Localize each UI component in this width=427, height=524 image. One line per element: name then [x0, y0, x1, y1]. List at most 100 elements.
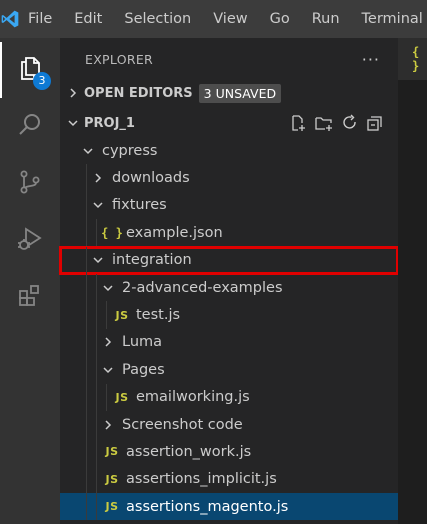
menu-selection[interactable]: Selection	[113, 11, 202, 27]
indent-guide	[86, 493, 87, 521]
editor-area: { }	[398, 38, 427, 524]
more-actions-icon[interactable]: ···	[362, 50, 380, 69]
tree-item-label: downloads	[112, 170, 190, 187]
project-label: PROJ_1	[84, 115, 135, 131]
indent-guide	[96, 356, 97, 384]
explorer-header: EXPLORER ···	[60, 38, 398, 80]
tree-item-label: Luma	[122, 334, 163, 351]
refresh-icon[interactable]	[341, 114, 359, 132]
tree-folder[interactable]: downloads	[60, 164, 398, 192]
tree-item-label: Pages	[122, 361, 165, 378]
indent-guide	[96, 328, 97, 357]
tree-file[interactable]: JS assertions_magento.js	[60, 493, 398, 521]
indent-guide	[86, 438, 87, 466]
run-debug-button[interactable]	[0, 213, 60, 269]
menu-edit[interactable]: Edit	[63, 11, 113, 27]
tree-item-label: emailworking.js	[136, 389, 250, 406]
tree-file[interactable]: JS assertions_implicit.js	[60, 465, 398, 494]
tree-item-label: test.js	[136, 307, 181, 324]
indent-guide	[86, 383, 87, 411]
js-file-icon: JS	[115, 390, 129, 404]
new-folder-icon[interactable]	[314, 114, 334, 132]
editor-tab[interactable]: { }	[398, 38, 427, 80]
search-button[interactable]	[0, 99, 60, 155]
extensions-icon	[16, 282, 44, 314]
tree-item-label: cypress	[102, 142, 158, 159]
chevron-right-icon	[100, 419, 116, 431]
tree-file[interactable]: JS test.js	[60, 301, 398, 329]
menu-terminal[interactable]: Terminal	[351, 11, 427, 27]
tree-folder[interactable]: Screenshot code	[60, 410, 398, 439]
indent-guide	[86, 273, 87, 302]
indent-guide	[86, 191, 87, 220]
indent-guide	[86, 301, 87, 329]
chevron-down-icon	[65, 115, 81, 131]
menu-file[interactable]: File	[20, 11, 63, 27]
indent-guide	[96, 493, 97, 521]
vscode-logo-icon	[0, 0, 20, 38]
tree-folder[interactable]: Pages	[60, 356, 398, 384]
js-file-icon: JS	[105, 445, 119, 459]
run-debug-icon	[16, 225, 44, 257]
indent-guide	[86, 164, 87, 192]
menu-view[interactable]: View	[202, 11, 258, 27]
json-file-icon: { }	[101, 225, 123, 240]
chevron-down-icon	[100, 364, 116, 376]
open-editors-label: OPEN EDITORS	[84, 85, 193, 101]
collapse-all-icon[interactable]	[366, 114, 384, 132]
indent-guide	[106, 383, 107, 411]
chevron-down-icon	[90, 199, 106, 211]
tree-item-label: fixtures	[112, 197, 167, 214]
indent-guide	[96, 438, 97, 466]
source-control-icon	[16, 168, 44, 200]
tree-folder[interactable]: fixtures	[60, 191, 398, 220]
explorer-button[interactable]: 3	[0, 42, 60, 98]
indent-guide	[86, 219, 87, 247]
tree-item-label: example.json	[126, 224, 223, 241]
menu-run[interactable]: Run	[301, 11, 351, 27]
tree-file[interactable]: JS emailworking.js	[60, 383, 398, 411]
indent-guide	[86, 356, 87, 384]
explorer-title: EXPLORER	[85, 51, 154, 67]
indent-guide	[86, 410, 87, 439]
search-icon	[16, 111, 44, 143]
chevron-right-icon	[90, 172, 106, 184]
tree-folder[interactable]: integration	[59, 245, 399, 275]
tree-folder[interactable]: 2-advanced-examples	[60, 273, 398, 302]
indent-guide	[96, 219, 97, 247]
unsaved-badge: 3 UNSAVED	[198, 83, 282, 103]
source-control-button[interactable]	[0, 156, 60, 212]
indent-guide	[106, 301, 107, 329]
tree-item-label: 2-advanced-examples	[122, 279, 283, 296]
js-file-icon: JS	[105, 472, 119, 486]
tree-item-label: Screenshot code	[122, 416, 243, 433]
js-file-icon: JS	[115, 308, 129, 322]
explorer-sidebar: EXPLORER ··· OPEN EDITORS 3 UNSAVED PROJ…	[59, 38, 399, 524]
tree-folder[interactable]: Luma	[60, 328, 398, 357]
chevron-down-icon	[100, 282, 116, 294]
chevron-right-icon	[100, 336, 116, 348]
explorer-badge: 3	[33, 72, 51, 90]
indent-guide	[86, 465, 87, 494]
indent-guide	[96, 273, 97, 302]
indent-guide	[96, 410, 97, 439]
new-file-icon[interactable]	[289, 114, 307, 132]
project-section[interactable]: PROJ_1	[60, 110, 398, 136]
chevron-down-icon	[90, 254, 106, 266]
tree-item-label: assertions_magento.js	[126, 498, 289, 515]
tree-file[interactable]: JS assertion_work.js	[60, 438, 398, 466]
chevron-down-icon	[80, 145, 96, 157]
activity-bar: 3	[0, 38, 60, 524]
tree-file[interactable]: { } example.json	[60, 219, 398, 247]
indent-guide	[86, 328, 87, 357]
chevron-right-icon	[65, 85, 81, 101]
open-editors-section[interactable]: OPEN EDITORS 3 UNSAVED	[60, 80, 398, 106]
indent-guide	[96, 383, 97, 411]
indent-guide	[96, 301, 97, 329]
file-tree: cypress downloads fixtures { } example.json i…	[59, 137, 399, 521]
indent-guide	[96, 465, 97, 494]
menu-go[interactable]: Go	[259, 11, 301, 27]
tree-folder[interactable]: cypress	[60, 137, 398, 164]
indent-guide	[86, 246, 87, 274]
extensions-button[interactable]	[0, 270, 60, 326]
